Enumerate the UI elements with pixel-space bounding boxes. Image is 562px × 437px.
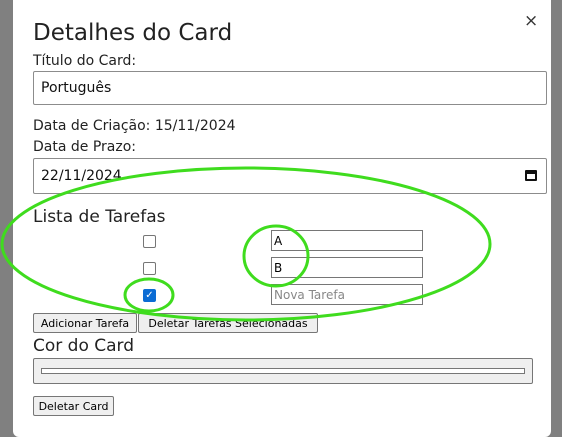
task-input-b[interactable]: B xyxy=(271,257,423,278)
delete-card-button[interactable]: Deletar Card xyxy=(33,396,114,416)
new-task-checkbox[interactable]: ✓ xyxy=(143,289,156,302)
card-color-picker[interactable] xyxy=(33,358,533,384)
delete-selected-tasks-label: Deletar Tarefas Selecionadas xyxy=(148,316,308,330)
calendar-icon[interactable] xyxy=(525,170,537,181)
due-date-label: Data de Prazo: xyxy=(33,139,136,155)
close-icon[interactable]: × xyxy=(524,13,538,30)
task-input-a[interactable]: A xyxy=(271,230,423,251)
creation-date-text: Data de Criação: 15/11/2024 xyxy=(33,118,236,134)
task-text-b: B xyxy=(274,260,283,275)
delete-card-button-label: Deletar Card xyxy=(38,399,109,413)
delete-selected-tasks-button[interactable]: Deletar Tarefas Selecionadas xyxy=(138,313,318,333)
card-title-label: Título do Card: xyxy=(33,53,137,69)
add-task-button[interactable]: Adicionar Tarefa xyxy=(33,313,137,333)
new-task-placeholder: Nova Tarefa xyxy=(274,287,345,302)
task-checkbox-a[interactable] xyxy=(143,235,156,248)
modal-title: Detalhes do Card xyxy=(33,20,233,46)
card-title-value: Português xyxy=(41,80,112,96)
task-text-a: A xyxy=(274,233,283,248)
new-task-input[interactable]: Nova Tarefa xyxy=(271,284,423,305)
card-color-heading: Cor do Card xyxy=(33,336,135,356)
tasks-heading: Lista de Tarefas xyxy=(33,207,166,227)
due-date-value: 22/11/2024 xyxy=(41,168,122,184)
card-title-input[interactable]: Português xyxy=(33,71,547,105)
task-checkbox-b[interactable] xyxy=(143,262,156,275)
color-swatch xyxy=(41,368,525,374)
checkmark-icon: ✓ xyxy=(145,290,154,301)
add-task-button-label: Adicionar Tarefa xyxy=(40,316,130,330)
due-date-input[interactable]: 22/11/2024 xyxy=(33,158,547,194)
